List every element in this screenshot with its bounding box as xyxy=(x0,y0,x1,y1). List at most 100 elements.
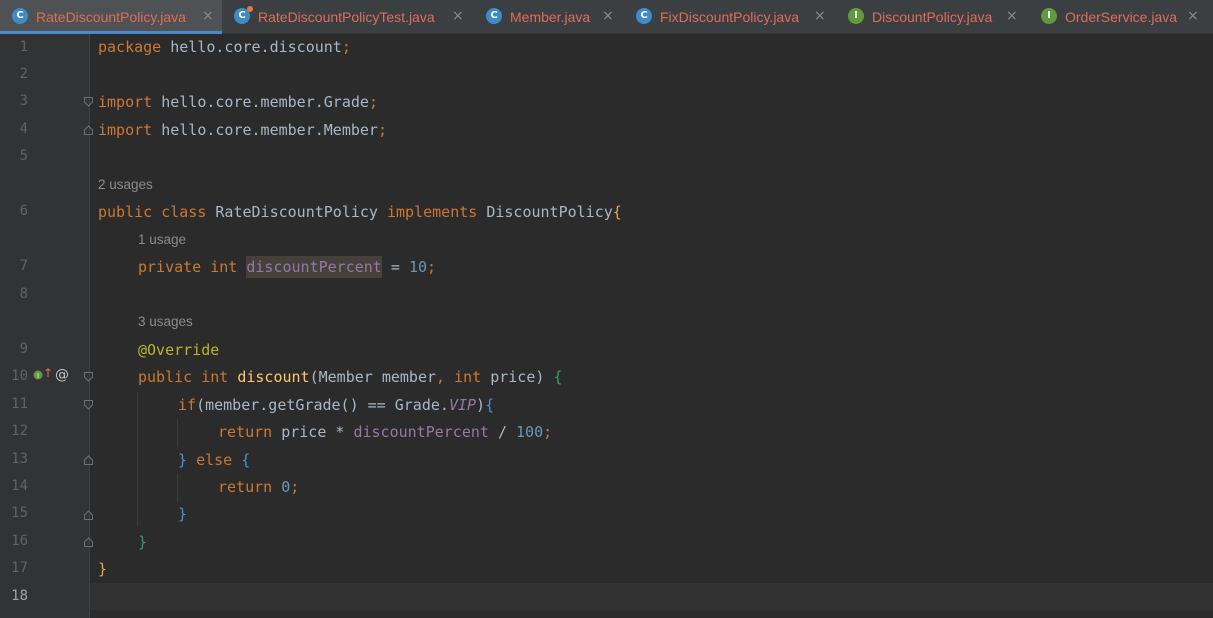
class-icon: C xyxy=(486,8,502,24)
comma: , xyxy=(436,368,455,386)
tab-rate-discount-policy[interactable]: C RateDiscountPolicy.java × xyxy=(0,0,222,34)
tab-label: Member.java xyxy=(510,9,591,25)
line-number: 7 xyxy=(19,258,28,274)
close-icon[interactable]: × xyxy=(452,7,464,25)
brace: { xyxy=(241,451,251,469)
brace: { xyxy=(553,368,563,386)
line-number: 15 xyxy=(11,505,28,521)
code-line-12: return price * discountPercent / 100; xyxy=(218,422,552,442)
keyword: else xyxy=(196,451,233,469)
brace: } xyxy=(138,533,148,551)
code-line-16: } xyxy=(138,532,147,552)
number: 0 xyxy=(281,478,291,496)
close-icon[interactable]: × xyxy=(202,7,214,25)
code-line-17: } xyxy=(98,559,107,579)
keyword: if xyxy=(178,396,197,414)
line-number: 5 xyxy=(19,148,28,164)
keyword: import xyxy=(98,93,153,111)
tab-order-service[interactable]: I OrderService.java × xyxy=(1029,0,1213,34)
field-name: discountPercent xyxy=(353,423,489,441)
code-line-3: import hello.core.member.Grade; xyxy=(98,92,378,112)
fold-close-icon[interactable] xyxy=(84,537,93,547)
close-icon[interactable]: × xyxy=(1187,7,1199,25)
indent-guide xyxy=(137,392,138,526)
editor-tab-bar: C RateDiscountPolicy.java × C RateDiscou… xyxy=(0,0,1213,34)
close-icon[interactable]: × xyxy=(1006,7,1018,25)
current-line-highlight xyxy=(90,583,1213,610)
line-number: 9 xyxy=(19,341,28,357)
class-name: RateDiscountPolicy xyxy=(206,203,387,221)
implements-method-icon[interactable]: I xyxy=(33,369,43,383)
tab-member[interactable]: C Member.java × xyxy=(474,0,624,34)
line-number: 1 xyxy=(19,39,28,55)
code-editor[interactable]: package hello.core.discount; import hell… xyxy=(98,34,622,578)
line-number: 16 xyxy=(11,533,28,549)
condition: (member.getGrade() == Grade. xyxy=(196,396,449,414)
close-icon[interactable]: × xyxy=(814,7,826,25)
line-number: 4 xyxy=(19,121,28,137)
usages-hint[interactable]: 1 usage xyxy=(138,232,186,247)
line-number: 8 xyxy=(19,286,28,302)
number: 100 xyxy=(516,423,544,441)
import-path: hello.core.member.Member xyxy=(152,121,378,139)
line-number-current: 18 xyxy=(11,588,28,604)
keyword: public xyxy=(138,368,193,386)
line-number: 17 xyxy=(11,560,28,576)
import-path: hello.core.member.Grade xyxy=(152,93,369,111)
semicolon: ; xyxy=(341,38,351,56)
tab-fix-discount-policy[interactable]: C FixDiscountPolicy.java × xyxy=(624,0,836,34)
fold-close-icon[interactable] xyxy=(84,510,93,520)
keyword: int xyxy=(201,368,229,386)
operator: / xyxy=(488,423,517,441)
interface-name: DiscountPolicy xyxy=(477,203,613,221)
keyword: return xyxy=(218,423,273,441)
tab-label: OrderService.java xyxy=(1065,9,1178,25)
line-number: 10 xyxy=(11,368,28,384)
keyword: int xyxy=(210,258,238,276)
code-line-9: @Override xyxy=(138,340,219,360)
tab-label: RateDiscountPolicyTest.java xyxy=(258,9,435,25)
indent-guide xyxy=(177,419,178,447)
tab-discount-policy[interactable]: I DiscountPolicy.java × xyxy=(836,0,1029,34)
field-name-highlighted: discountPercent xyxy=(246,256,382,278)
code-line-7: private int discountPercent = 10; xyxy=(138,256,436,278)
class-icon: C xyxy=(12,8,28,24)
usages-hint[interactable]: 3 usages xyxy=(138,314,193,329)
keyword: class xyxy=(161,203,207,221)
interface-icon: I xyxy=(848,8,864,24)
keyword: int xyxy=(454,368,482,386)
operator: = xyxy=(381,258,409,276)
class-icon: C xyxy=(636,8,652,24)
param-list: (Member member xyxy=(309,368,437,386)
line-number: 13 xyxy=(11,451,28,467)
line-number: 11 xyxy=(11,396,28,412)
keyword: private xyxy=(138,258,202,276)
param-list: price) xyxy=(481,368,554,386)
line-number: 2 xyxy=(19,66,28,82)
fold-close-icon[interactable] xyxy=(84,455,93,465)
tab-label: DiscountPolicy.java xyxy=(872,9,993,25)
code-line-4: import hello.core.member.Member; xyxy=(98,120,387,140)
keyword: public xyxy=(98,203,153,221)
code-line-1: package hello.core.discount; xyxy=(98,37,351,57)
tab-rate-discount-policy-test[interactable]: C RateDiscountPolicyTest.java × xyxy=(222,0,474,34)
semicolon: ; xyxy=(290,478,300,496)
brace: } xyxy=(178,505,188,523)
close-icon[interactable]: × xyxy=(602,7,614,25)
tab-label: FixDiscountPolicy.java xyxy=(660,9,800,25)
fold-open-icon[interactable] xyxy=(84,97,93,107)
tab-label: RateDiscountPolicy.java xyxy=(36,9,186,25)
semicolon: ; xyxy=(368,93,378,111)
usages-hint[interactable]: 2 usages xyxy=(98,177,153,192)
fold-close-icon[interactable] xyxy=(84,125,93,135)
fold-open-icon[interactable] xyxy=(84,400,93,410)
annotation-at-icon[interactable]: @ xyxy=(55,367,69,383)
enum-constant: VIP xyxy=(448,396,477,414)
annotation: @Override xyxy=(138,341,220,359)
brace: } xyxy=(178,451,188,469)
overrides-arrow-icon[interactable]: ↑ xyxy=(43,366,53,380)
interface-icon: I xyxy=(1041,8,1057,24)
indent-guide xyxy=(177,474,178,502)
editor-gutter[interactable]: 1 2 3 4 5 6 7 8 9 10 11 12 13 14 15 16 1… xyxy=(0,34,93,618)
fold-open-icon[interactable] xyxy=(84,372,93,382)
